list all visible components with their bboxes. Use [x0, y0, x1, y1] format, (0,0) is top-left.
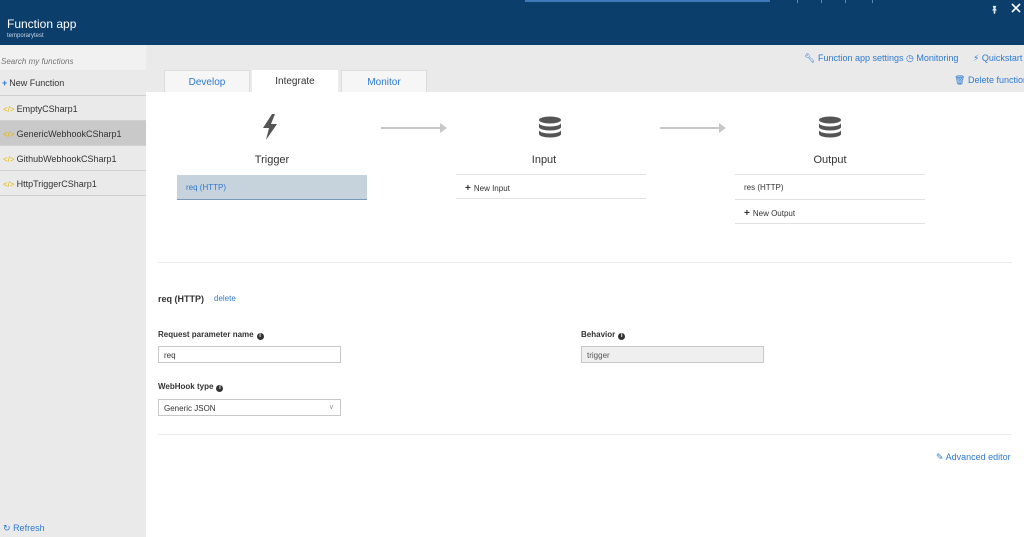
section-divider — [158, 262, 1012, 263]
header-tick — [845, 0, 846, 3]
delete-function-link[interactable]: 🗑︎ Delete function — [954, 75, 1024, 86]
section-divider — [158, 434, 1012, 435]
function-icon: </> — [3, 180, 15, 189]
sidebar: +New Function </>EmptyCSharp1 </>Generic… — [0, 45, 146, 537]
flow-arrow — [660, 123, 726, 133]
plus-icon: + — [2, 78, 8, 88]
tab-monitor[interactable]: Monitor — [341, 70, 427, 92]
chevron-down-icon: ∨ — [328, 404, 334, 411]
header-tick — [872, 0, 873, 3]
output-title: Output — [813, 154, 847, 166]
refresh-label: Refresh — [13, 523, 45, 533]
binding-title: req (HTTP) — [158, 294, 204, 304]
request-parameter-label: Request parameter name i — [158, 330, 264, 340]
sidebar-item-function[interactable]: </> GenericWebhookCSharp1 — [0, 121, 146, 146]
sidebar-item-function[interactable]: </> HttpTriggerCSharp1 — [0, 171, 146, 196]
bolt-icon — [260, 114, 280, 142]
monitoring-link[interactable]: ◷ Monitoring — [906, 53, 958, 64]
new-function-button[interactable]: + New Function — [0, 70, 146, 96]
new-output-button[interactable]: + New Output — [735, 199, 925, 224]
webhook-type-label: WebHook type i — [158, 382, 224, 392]
flow-arrow — [381, 123, 447, 133]
behavior-label: Behavior i — [581, 330, 626, 340]
advanced-editor-label: Advanced editor — [945, 452, 1011, 462]
trigger-binding-req[interactable]: req (HTTP) — [177, 175, 367, 200]
sidebar-item-function[interactable]: </> GithubWebhookCSharp1 — [0, 146, 146, 171]
behavior-field: trigger — [581, 346, 764, 363]
refresh-icon: ↻ — [3, 523, 11, 533]
plus-icon: + — [465, 183, 471, 194]
header-tick — [797, 0, 798, 3]
function-app-settings-link[interactable]: 🔧︎ Function app settings — [804, 53, 904, 64]
header-progress-line — [525, 0, 770, 2]
action-bar: 🔧︎ Function app settings ◷ Monitoring ⚡︎… — [146, 45, 1024, 92]
tab-integrate[interactable]: Integrate — [252, 70, 338, 92]
quickstart-label: Quickstart — [981, 53, 1023, 63]
function-icon: </> — [3, 130, 15, 139]
quickstart-link[interactable]: ⚡︎ Quickstart — [973, 53, 1022, 64]
input-title: Input — [531, 154, 557, 166]
delete-function-label: Delete function — [967, 75, 1024, 85]
monitoring-label: Monitoring — [916, 53, 959, 63]
bolt-icon: ⚡︎ — [973, 53, 980, 63]
sidebar-item-function[interactable]: </> EmptyCSharp1 — [0, 96, 146, 121]
edit-icon: ✎ — [936, 452, 944, 462]
new-output-label: New Output — [752, 209, 796, 218]
new-input-button[interactable]: + New Input — [456, 174, 646, 199]
sidebar-item-label: GenericWebhookCSharp1 — [16, 129, 122, 139]
close-icon[interactable] — [1011, 3, 1021, 16]
output-binding-res[interactable]: res (HTTP) — [735, 174, 925, 199]
page-title: Function app — [7, 17, 77, 31]
webhook-type-label-text: WebHook type — [158, 382, 214, 391]
tab-develop[interactable]: Develop — [164, 70, 250, 92]
request-parameter-field[interactable]: req — [158, 346, 341, 363]
plus-icon: + — [744, 208, 750, 219]
pin-icon[interactable] — [990, 5, 999, 16]
function-app-settings-label: Function app settings — [817, 53, 904, 63]
page-subtitle: temporarytest — [7, 33, 44, 39]
sidebar-item-label: HttpTriggerCSharp1 — [16, 179, 97, 189]
advanced-editor-link[interactable]: ✎ Advanced editor — [936, 452, 1011, 463]
function-icon: </> — [3, 155, 15, 164]
behavior-label-text: Behavior — [581, 330, 616, 339]
search-input[interactable] — [0, 45, 146, 70]
database-icon — [818, 116, 842, 144]
info-icon[interactable]: i — [618, 333, 626, 340]
info-icon[interactable]: i — [216, 385, 224, 392]
header-tick — [821, 0, 822, 3]
wrench-icon: 🔧︎ — [804, 53, 816, 63]
webhook-type-value: Generic JSON — [164, 404, 216, 413]
new-input-label: New Input — [473, 184, 510, 193]
trigger-title: Trigger — [254, 154, 290, 166]
sidebar-item-label: EmptyCSharp1 — [16, 104, 78, 114]
app-header: Function app temporarytest — [0, 0, 1024, 45]
sidebar-item-label: GithubWebhookCSharp1 — [16, 154, 117, 164]
info-icon[interactable]: i — [256, 333, 264, 340]
refresh-button[interactable]: ↻ Refresh — [3, 523, 45, 534]
clock-icon: ◷ — [906, 53, 914, 63]
function-icon: </> — [3, 105, 15, 114]
webhook-type-select[interactable]: Generic JSON ∨ — [158, 399, 341, 416]
database-icon — [538, 116, 562, 144]
trash-icon: 🗑︎ — [954, 75, 966, 85]
delete-binding-link[interactable]: delete — [214, 294, 236, 303]
new-function-label: New Function — [9, 78, 65, 88]
request-parameter-label-text: Request parameter name — [158, 330, 254, 339]
